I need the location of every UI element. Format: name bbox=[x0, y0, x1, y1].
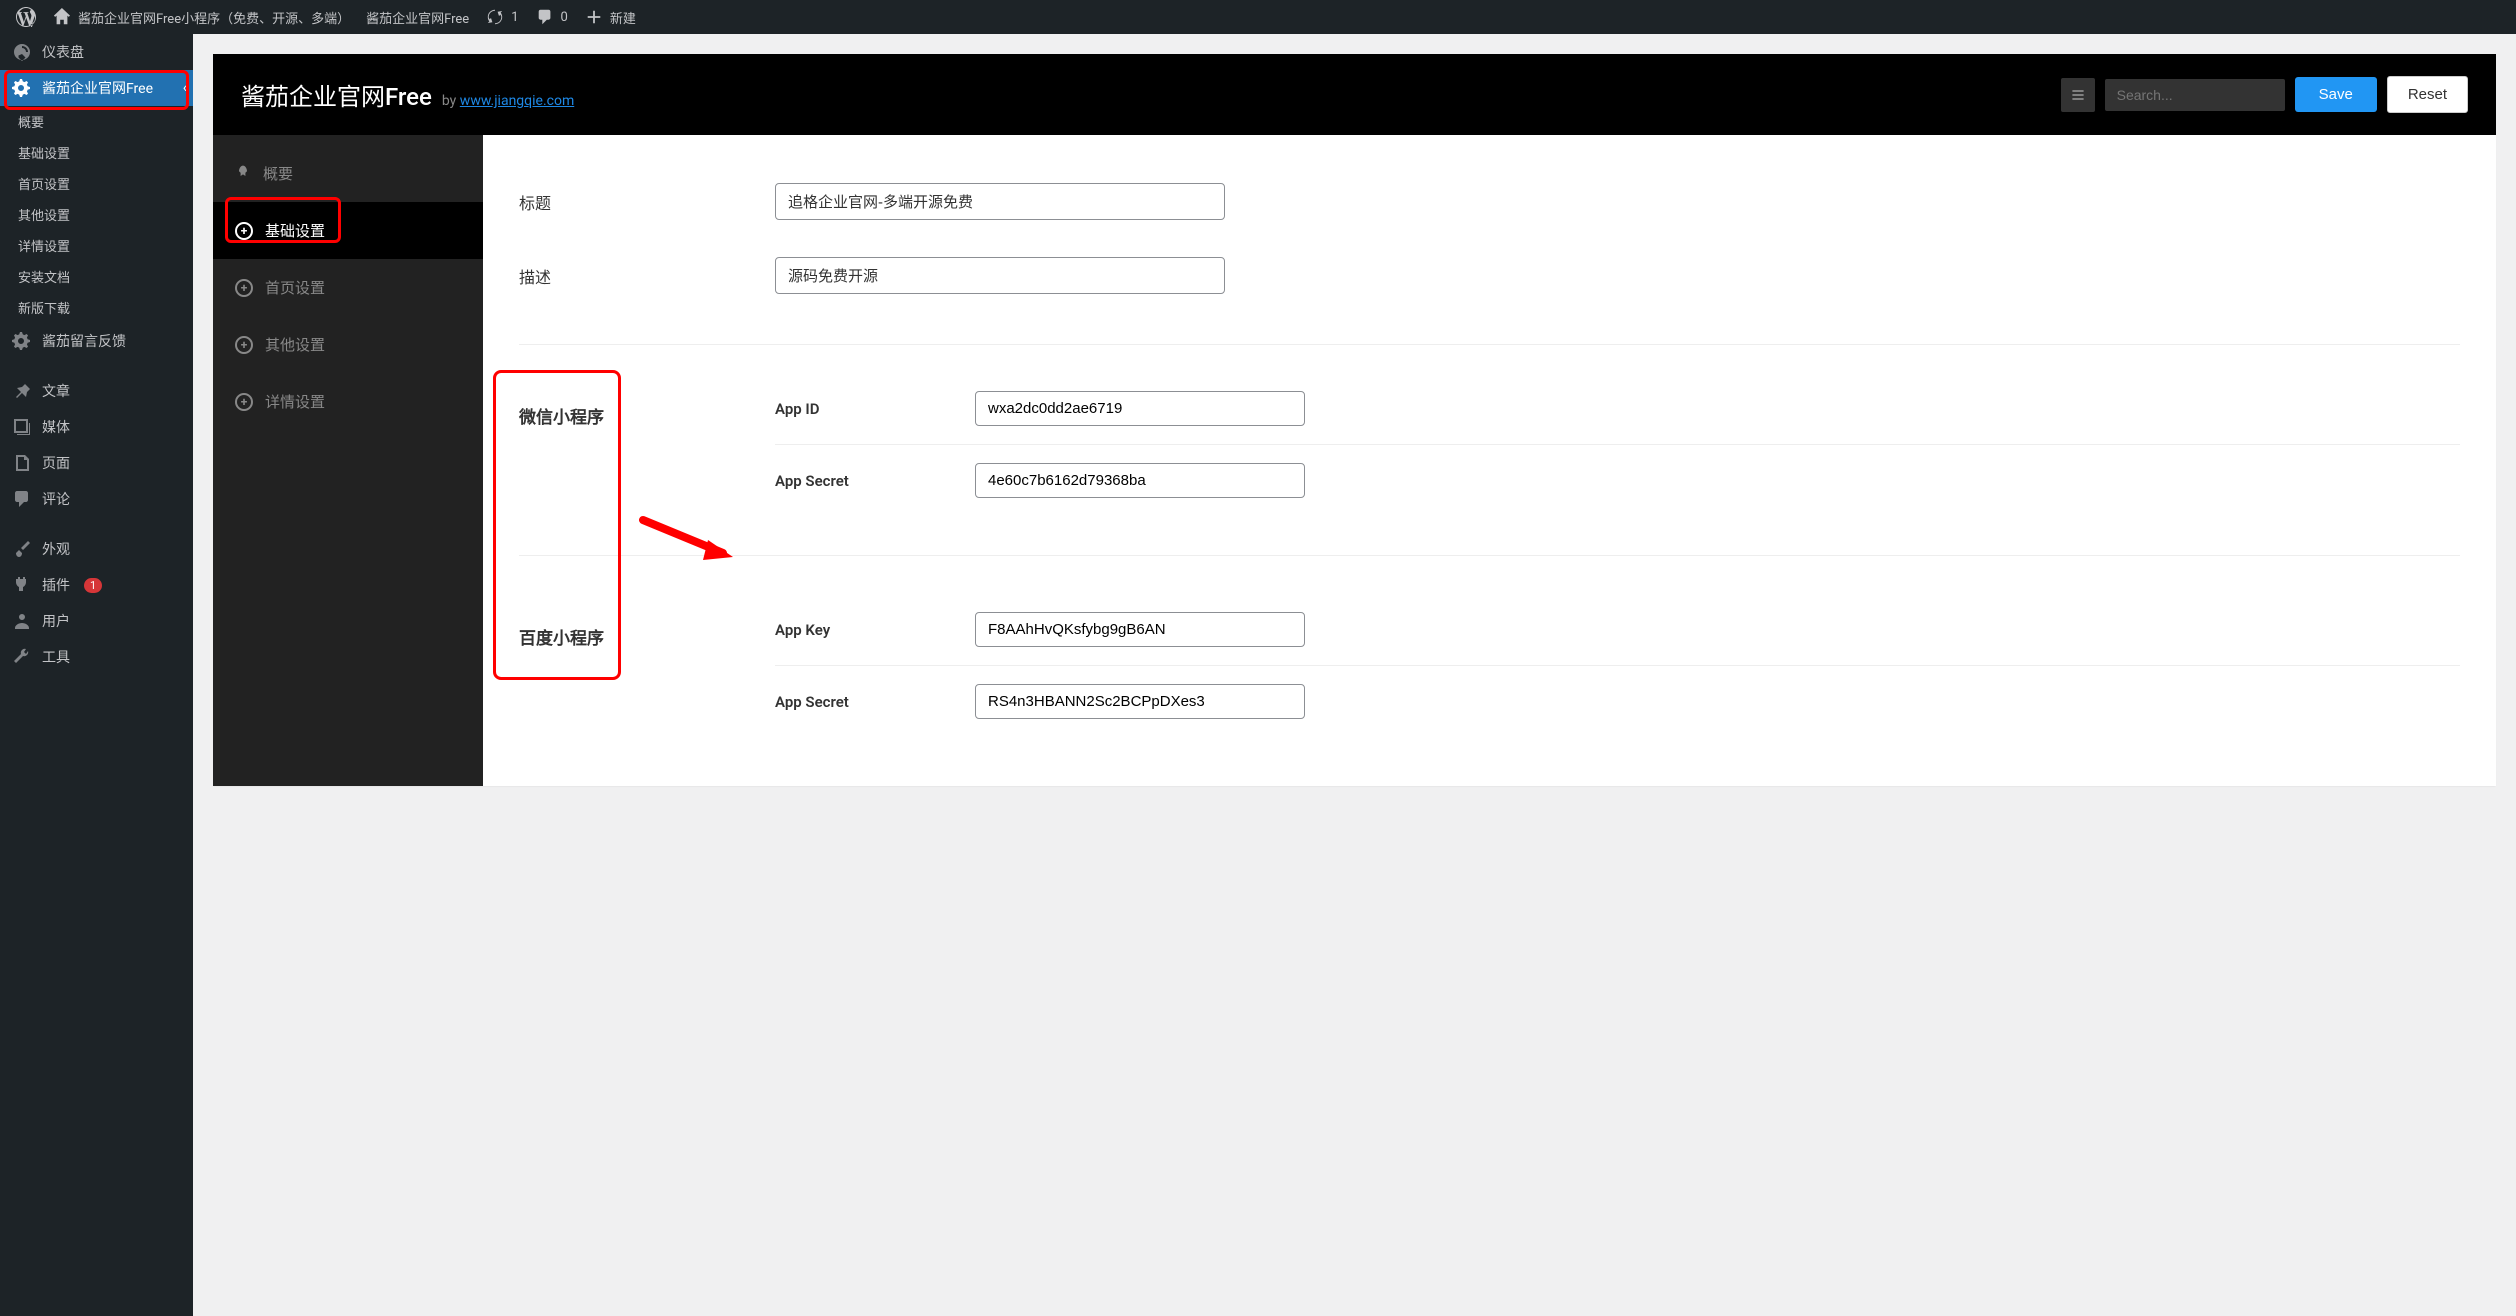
comments-link[interactable]: 0 bbox=[527, 0, 576, 34]
plus-circle-icon: + bbox=[235, 336, 253, 354]
site-name: 酱茄企业官网Free小程序（免费、开源、多端） bbox=[78, 8, 350, 27]
menu-pages-label: 页面 bbox=[42, 453, 70, 473]
menu-appearance[interactable]: 外观 bbox=[0, 531, 193, 567]
app-secret-label: App Secret bbox=[775, 472, 975, 490]
title-input[interactable] bbox=[775, 183, 1225, 220]
submenu-other[interactable]: 其他设置 bbox=[0, 199, 193, 230]
nav-home[interactable]: + 首页设置 bbox=[213, 259, 483, 316]
gear-icon bbox=[12, 78, 32, 98]
menu-icon bbox=[2070, 87, 2086, 103]
save-button[interactable]: Save bbox=[2295, 77, 2377, 112]
wp-admin-sidebar: 仪表盘 酱茄企业官网Free ‹ 概要 基础设置 首页设置 其他设置 详情设置 … bbox=[0, 34, 193, 1316]
panel-header: 酱茄企业官网Free by www.jiangqie.com Save Rese… bbox=[213, 54, 2496, 135]
pin-icon bbox=[12, 381, 32, 401]
wrench-icon bbox=[12, 647, 32, 667]
comment-icon bbox=[12, 489, 32, 509]
panel-form: 标题 描述 微信小程序 App ID bbox=[483, 135, 2496, 786]
app-id-label: App ID bbox=[775, 400, 975, 418]
plus-circle-icon: + bbox=[235, 222, 253, 240]
baidu-app-secret-input[interactable] bbox=[975, 684, 1305, 719]
desc-label: 描述 bbox=[519, 264, 775, 288]
menu-appearance-label: 外观 bbox=[42, 539, 70, 559]
desc-input[interactable] bbox=[775, 257, 1225, 294]
menu-pages[interactable]: 页面 bbox=[0, 445, 193, 481]
baidu-section-label: 百度小程序 bbox=[519, 594, 775, 649]
admin-bar: 酱茄企业官网Free小程序（免费、开源、多端） 酱茄企业官网Free 1 0 新… bbox=[0, 0, 2516, 34]
menu-plugins[interactable]: 插件 1 bbox=[0, 567, 193, 603]
menu-media-label: 媒体 bbox=[42, 417, 70, 437]
plugin-update-badge: 1 bbox=[84, 578, 102, 593]
title-label: 标题 bbox=[519, 190, 775, 214]
menu-feedback[interactable]: 酱茄留言反馈 bbox=[0, 323, 193, 359]
new-content-link[interactable]: 新建 bbox=[576, 0, 644, 34]
panel-subtitle: by www.jiangqie.com bbox=[442, 93, 574, 109]
plus-icon bbox=[584, 7, 604, 27]
panel-nav: 概要 + 基础设置 + 首页设置 + 其他设置 bbox=[213, 135, 483, 786]
update-icon bbox=[485, 7, 505, 27]
baidu-secret-label: App Secret bbox=[775, 693, 975, 711]
menu-comments-label: 评论 bbox=[42, 489, 70, 509]
submenu-version[interactable]: 新版下载 bbox=[0, 292, 193, 323]
updates-count: 1 bbox=[511, 10, 518, 25]
plus-circle-icon: + bbox=[235, 279, 253, 297]
plug-icon bbox=[12, 575, 32, 595]
chevron-right-icon: ‹ bbox=[183, 80, 187, 96]
nav-overview[interactable]: 概要 bbox=[213, 145, 483, 202]
app-key-label: App Key bbox=[775, 621, 975, 639]
plugin-name: 酱茄企业官网Free bbox=[366, 8, 469, 27]
settings-panel: 酱茄企业官网Free by www.jiangqie.com Save Rese… bbox=[213, 54, 2496, 786]
reset-button[interactable]: Reset bbox=[2387, 76, 2468, 113]
menu-users-label: 用户 bbox=[42, 611, 70, 631]
menu-posts[interactable]: 文章 bbox=[0, 373, 193, 409]
dashboard-icon bbox=[12, 42, 32, 62]
menu-feedback-label: 酱茄留言反馈 bbox=[42, 331, 126, 351]
arrow-annotation bbox=[638, 505, 748, 565]
page-icon bbox=[12, 453, 32, 473]
submenu-home[interactable]: 首页设置 bbox=[0, 168, 193, 199]
rocket-icon bbox=[235, 164, 251, 184]
panel-menu-button[interactable] bbox=[2061, 78, 2095, 112]
search-input[interactable] bbox=[2105, 79, 2285, 111]
comments-count: 0 bbox=[561, 10, 568, 25]
nav-other[interactable]: + 其他设置 bbox=[213, 316, 483, 373]
submenu-basic[interactable]: 基础设置 bbox=[0, 137, 193, 168]
content-area: 酱茄企业官网Free by www.jiangqie.com Save Rese… bbox=[193, 34, 2516, 1316]
wechat-section-label: 微信小程序 bbox=[519, 373, 775, 428]
site-home-link[interactable]: 酱茄企业官网Free小程序（免费、开源、多端） bbox=[44, 0, 358, 34]
wechat-app-id-input[interactable] bbox=[975, 391, 1305, 426]
submenu-install[interactable]: 安装文档 bbox=[0, 261, 193, 292]
menu-plugin-main[interactable]: 酱茄企业官网Free ‹ bbox=[0, 70, 193, 106]
updates-link[interactable]: 1 bbox=[477, 0, 526, 34]
new-label: 新建 bbox=[610, 8, 636, 27]
comment-icon bbox=[535, 7, 555, 27]
menu-posts-label: 文章 bbox=[42, 381, 70, 401]
menu-tools-label: 工具 bbox=[42, 647, 70, 667]
home-icon bbox=[52, 7, 72, 27]
menu-comments[interactable]: 评论 bbox=[0, 481, 193, 517]
submenu-detail[interactable]: 详情设置 bbox=[0, 230, 193, 261]
menu-plugins-label: 插件 bbox=[42, 575, 70, 595]
menu-tools[interactable]: 工具 bbox=[0, 639, 193, 675]
menu-users[interactable]: 用户 bbox=[0, 603, 193, 639]
wechat-app-secret-input[interactable] bbox=[975, 463, 1305, 498]
wp-logo[interactable] bbox=[8, 0, 44, 34]
panel-title: 酱茄企业官网Free bbox=[241, 77, 432, 112]
nav-basic[interactable]: + 基础设置 bbox=[213, 202, 483, 259]
media-icon bbox=[12, 417, 32, 437]
baidu-app-key-input[interactable] bbox=[975, 612, 1305, 647]
submenu-overview[interactable]: 概要 bbox=[0, 106, 193, 137]
menu-dashboard-label: 仪表盘 bbox=[42, 42, 84, 62]
gear-icon bbox=[12, 331, 32, 351]
user-icon bbox=[12, 611, 32, 631]
plus-circle-icon: + bbox=[235, 393, 253, 411]
menu-media[interactable]: 媒体 bbox=[0, 409, 193, 445]
menu-plugin-label: 酱茄企业官网Free bbox=[42, 78, 153, 98]
wordpress-icon bbox=[16, 7, 36, 27]
plugin-link[interactable]: 酱茄企业官网Free bbox=[358, 0, 477, 34]
menu-dashboard[interactable]: 仪表盘 bbox=[0, 34, 193, 70]
panel-link[interactable]: www.jiangqie.com bbox=[460, 93, 574, 109]
brush-icon bbox=[12, 539, 32, 559]
nav-detail[interactable]: + 详情设置 bbox=[213, 373, 483, 430]
